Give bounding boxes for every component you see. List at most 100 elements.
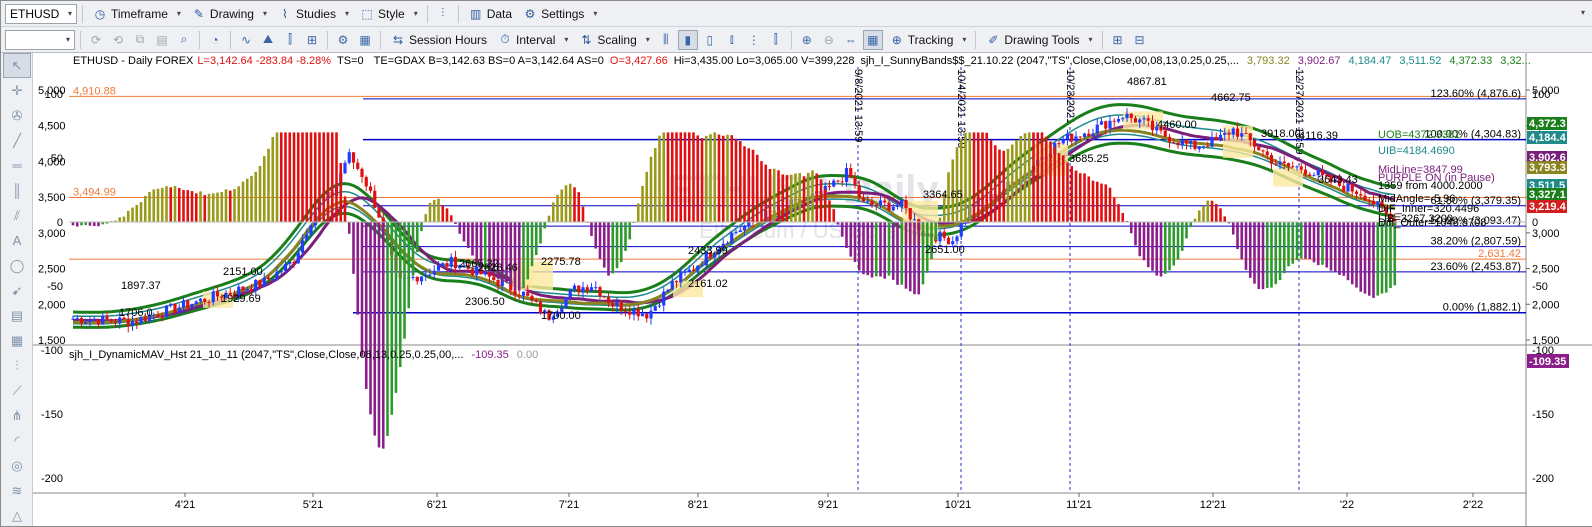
candle-body — [1125, 113, 1129, 119]
chart-area[interactable]: ETHUSD Daily Ethereum / US Dollar 4,910.… — [33, 53, 1592, 526]
candle-body — [296, 252, 300, 264]
zoom-in-icon[interactable]: ⊕ — [797, 30, 817, 50]
data-window-icon[interactable]: ▦ — [862, 29, 883, 50]
drawing-tools-button[interactable]: ✐ Drawing Tools ▾ — [981, 29, 1096, 51]
dot-on-close-icon[interactable]: ⋮ — [744, 30, 764, 50]
chart-price-label: 1897.37 — [121, 280, 161, 292]
hist-bar — [704, 135, 708, 222]
chevron-down-icon: ▾ — [344, 9, 349, 18]
studies-button[interactable]: ⌇ Studies ▾ — [273, 3, 353, 25]
spiral-icon[interactable]: ◎ — [1, 453, 33, 478]
x-tick-label: 2'22 — [1463, 499, 1483, 511]
area-chart-icon[interactable]: ⛰ — [258, 30, 278, 50]
hist-bar — [75, 222, 79, 227]
scaling-button[interactable]: ⇅ Scaling ▾ — [574, 29, 653, 51]
hist-bar — [849, 222, 853, 257]
grid-icon[interactable]: ▦ — [355, 30, 375, 50]
interval-button[interactable]: ⏱ Interval ▾ — [493, 29, 572, 51]
candle-body — [861, 197, 866, 202]
interval-combo[interactable]: ▾ — [5, 29, 75, 50]
session-hours-button[interactable]: ⇆ Session Hours — [386, 29, 491, 51]
speed-lines-icon[interactable]: ⟋ — [1, 378, 33, 403]
price-tag-text: 3,219.4 — [1529, 201, 1567, 213]
bar-chart-icon[interactable]: ⫿ — [766, 30, 786, 50]
study-value-3: 4,184.47 — [1349, 55, 1392, 67]
add-study-icon[interactable]: ⊞ — [1108, 30, 1128, 50]
arrow-icon[interactable]: ➹ — [1, 278, 33, 303]
hist-bar — [730, 135, 734, 222]
hist-bar — [1172, 222, 1176, 266]
channel-icon[interactable]: ⫽ — [1, 203, 33, 228]
candle-body — [1359, 194, 1363, 196]
data-button[interactable]: ▥ Data — [464, 3, 516, 25]
hist-bar — [1202, 206, 1205, 222]
ohlc-bar-icon[interactable]: ⫼ — [656, 30, 676, 50]
pointer-icon[interactable]: ↖ — [3, 53, 31, 78]
line-chart-icon[interactable]: ∿ — [236, 30, 256, 50]
candle-body — [874, 204, 878, 206]
horizontal-line-icon[interactable]: ═ — [1, 153, 33, 178]
drawing-tools-icon: ✐ — [988, 32, 999, 47]
vertical-line-icon[interactable]: ║ — [1, 178, 33, 203]
fibonacci-icon[interactable]: ▤ — [1, 303, 33, 328]
hollow-candle-icon[interactable]: ▯ — [700, 30, 720, 50]
overflow-chevron-icon[interactable]: ▾ — [1581, 8, 1585, 17]
window-layout-icon[interactable]: ⫶ — [433, 4, 453, 24]
candlestick-icon[interactable]: ▮ — [677, 29, 698, 50]
drawing-button[interactable]: ✎ Drawing ▾ — [187, 3, 271, 25]
fib-label: 38.20% (2,807.59) — [1430, 236, 1521, 248]
refresh-all-icon[interactable]: ⟲ — [108, 30, 128, 50]
candle-body — [241, 286, 245, 291]
copy-icon[interactable]: ⧉ — [130, 30, 150, 50]
settings-button[interactable]: ⚙ Settings ▾ — [518, 3, 601, 25]
candle-body — [1108, 120, 1112, 129]
symbol-combo[interactable]: ETHUSD ▾ — [5, 3, 77, 24]
tracking-button[interactable]: ⊕ Tracking ▾ — [885, 29, 971, 51]
price-tag-text: 4,372.3 — [1529, 118, 1566, 130]
hist-bar — [1023, 133, 1027, 222]
format-icon[interactable]: ⚙ — [333, 30, 353, 50]
candle-study-icon[interactable]: ⫿ — [280, 30, 300, 50]
zoom-out-icon[interactable]: ⊖ — [819, 30, 839, 50]
pencil-icon: ✎ — [193, 6, 204, 21]
text-icon[interactable]: A — [1, 228, 33, 253]
ellipse-icon[interactable]: ◯ — [1, 253, 33, 278]
wrench-icon[interactable]: ✇ — [1, 103, 33, 128]
hist-bar — [900, 222, 904, 285]
indicator-icon[interactable]: ⊞ — [302, 30, 322, 50]
candle-body — [1261, 150, 1265, 152]
candle-body — [589, 287, 594, 292]
cycles-icon[interactable]: ⫶ — [1, 353, 33, 378]
crosshair-icon[interactable]: ✛ — [1, 78, 33, 103]
candle-body — [445, 263, 449, 267]
triangle-icon[interactable]: △ — [1, 503, 33, 527]
speedometer-icon[interactable]: ◔ — [205, 30, 225, 50]
fan-icon[interactable]: ◜ — [1, 428, 33, 453]
regression-icon[interactable]: ≋ — [1, 478, 33, 503]
style-button[interactable]: ⬚ Style ▾ — [355, 3, 422, 25]
hist-bar — [615, 222, 619, 269]
refresh-icon[interactable]: ⟳ — [86, 30, 106, 50]
candle-body — [292, 262, 296, 264]
hist-bar — [1274, 222, 1278, 285]
candle-body — [1223, 132, 1227, 135]
hist-bar — [471, 222, 474, 256]
hide-study-icon[interactable]: ⊟ — [1130, 30, 1150, 50]
chevron-down-icon: ▾ — [67, 9, 72, 18]
timeframe-button[interactable]: ◷ Timeframe ▾ — [88, 3, 185, 25]
ts-value: TS=0 — [337, 55, 364, 67]
andrews-icon[interactable]: ⋔ — [1, 403, 33, 428]
hist-bar — [169, 187, 173, 222]
trendline-icon[interactable]: ╱ — [1, 128, 33, 153]
y-tick-right: 3,000 — [1532, 228, 1560, 240]
hist-bar — [1151, 222, 1154, 271]
fit-icon[interactable]: ⇔ — [841, 30, 861, 50]
x-tick-label: 9'21 — [818, 499, 838, 511]
hist-bar — [534, 222, 538, 255]
gann-icon[interactable]: ▦ — [1, 328, 33, 353]
insert-icon[interactable]: ▤ — [152, 30, 172, 50]
zoom-search-icon[interactable]: ⌕ — [174, 30, 194, 50]
line-on-close-icon[interactable]: ⫾ — [722, 30, 742, 50]
candle-body — [492, 276, 496, 280]
hist-tick-left: 100 — [45, 89, 63, 101]
